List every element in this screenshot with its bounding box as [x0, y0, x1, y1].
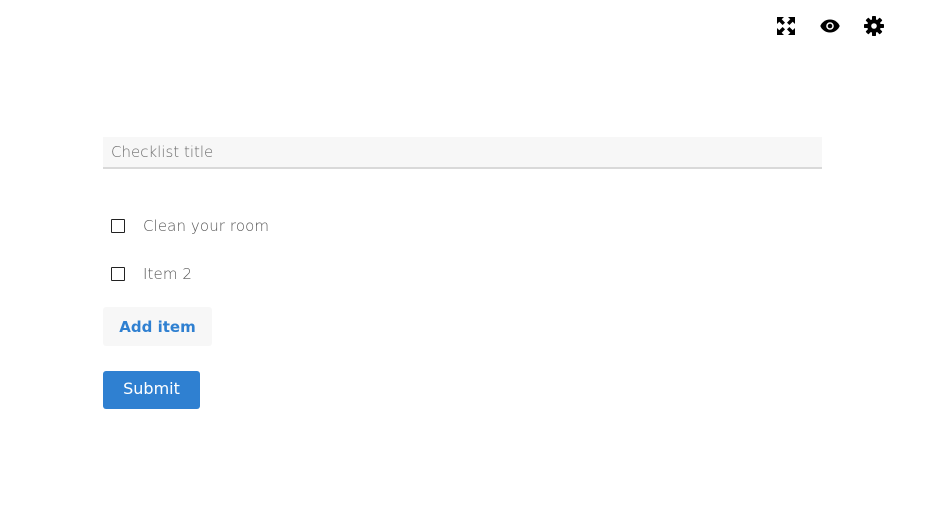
add-item-button[interactable]: Add item	[103, 307, 212, 346]
expand-icon	[777, 17, 795, 35]
list-item: Item 2	[111, 260, 269, 288]
item-label[interactable]: Clean your room	[143, 217, 269, 235]
top-toolbar	[774, 14, 886, 38]
submit-button[interactable]: Submit	[103, 371, 200, 409]
checklist-title-input[interactable]	[103, 137, 822, 169]
item-checkbox[interactable]	[111, 267, 125, 281]
list-item: Clean your room	[111, 212, 269, 240]
settings-button[interactable]	[862, 14, 886, 38]
item-label[interactable]: Item 2	[143, 265, 192, 283]
checklist-items: Clean your room Item 2	[111, 212, 269, 308]
eye-icon	[820, 19, 840, 33]
fullscreen-button[interactable]	[774, 14, 798, 38]
checklist-editor-page: Clean your room Item 2 Add item Submit	[0, 0, 929, 516]
preview-button[interactable]	[818, 14, 842, 38]
gear-icon	[864, 16, 884, 36]
item-checkbox[interactable]	[111, 219, 125, 233]
